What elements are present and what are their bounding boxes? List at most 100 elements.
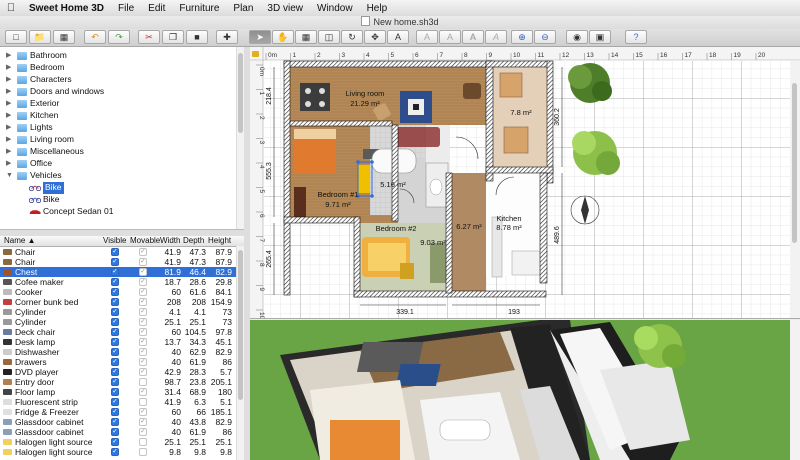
visible-checkbox[interactable]: ✓: [111, 408, 119, 416]
visible-checkbox[interactable]: ✓: [111, 328, 119, 336]
catalog-category-bathroom[interactable]: ▶ Bathroom: [0, 50, 236, 62]
visible-checkbox[interactable]: ✓: [111, 428, 119, 436]
table-row[interactable]: Chest ✓ ✓ 81.9 46.4 82.9: [0, 267, 236, 277]
zoom-out-button[interactable]: ⊖: [534, 30, 556, 44]
plan-view[interactable]: 0m 1 2 3 4 5 6 7 8 9 10 11 12 13 14 15 16 17 18 19 20 0m 1 2 3 4 5…: [250, 47, 800, 319]
zoom-in-button[interactable]: ⊕: [511, 30, 533, 44]
table-row[interactable]: Dishwasher ✓ ✓ 40 62.9 82.9: [0, 347, 236, 357]
column-visible[interactable]: Visible: [103, 236, 131, 246]
visible-checkbox[interactable]: ✓: [111, 338, 119, 346]
room-area-bedroom2[interactable]: 9.03 m²: [420, 238, 446, 247]
table-row[interactable]: Fridge & Freezer ✓ ✓ 60 66 185.1: [0, 407, 236, 417]
increase-text-button[interactable]: A: [416, 30, 438, 44]
table-row[interactable]: Chair ✓ ✓ 41.9 47.3 87.9: [0, 257, 236, 267]
new-file-button[interactable]: □: [5, 30, 27, 44]
undo-button[interactable]: ↶: [84, 30, 106, 44]
movable-checkbox[interactable]: ✓: [139, 258, 147, 266]
table-row[interactable]: Entry door ✓ 98.7 23.8 205.1: [0, 377, 236, 387]
movable-checkbox[interactable]: [139, 378, 147, 386]
table-row[interactable]: DVD player ✓ ✓ 42.9 28.3 5.7: [0, 367, 236, 377]
room-area-corridor[interactable]: 6.27 m²: [456, 222, 482, 231]
create-walls-button[interactable]: ▦: [295, 30, 317, 44]
table-row[interactable]: Chair ✓ ✓ 41.9 47.3 87.9: [0, 247, 236, 257]
catalog-item-bike-1[interactable]: Bike: [0, 182, 236, 194]
movable-checkbox[interactable]: ✓: [139, 418, 147, 426]
visible-checkbox[interactable]: ✓: [111, 388, 119, 396]
catalog-category-doors-windows[interactable]: ▶ Doors and windows: [0, 86, 236, 98]
decrease-text-button[interactable]: A: [439, 30, 461, 44]
catalog-category-kitchen[interactable]: ▶ Kitchen: [0, 110, 236, 122]
plan-scrollbar-thumb[interactable]: [792, 83, 797, 243]
dim-193[interactable]: 193: [508, 309, 520, 316]
scrollbar-thumb[interactable]: [238, 53, 243, 133]
create-polylines-button[interactable]: ↻: [341, 30, 363, 44]
movable-checkbox[interactable]: ✓: [139, 408, 147, 416]
table-row[interactable]: Desk lamp ✓ ✓ 13.7 34.3 45.1: [0, 337, 236, 347]
catalog-item-concept-sedan[interactable]: Concept Sedan 01: [0, 206, 236, 218]
movable-checkbox[interactable]: ✓: [139, 278, 147, 286]
create-photo-button[interactable]: ◉: [566, 30, 588, 44]
table-row[interactable]: Drawers ✓ ✓ 40 61.9 86: [0, 357, 236, 367]
table-row[interactable]: Glassdoor cabinet ✓ ✓ 40 61.9 86: [0, 427, 236, 437]
select-mode-button[interactable]: ➤: [249, 30, 271, 44]
visible-checkbox[interactable]: ✓: [111, 318, 119, 326]
movable-checkbox[interactable]: ✓: [139, 368, 147, 376]
furniture-catalog-tree[interactable]: ▶ Bathroom ▶ Bedroom ▶ Characters ▶ Doors an…: [0, 47, 245, 229]
table-row[interactable]: Cylinder ✓ ✓ 25.1 25.1 73: [0, 317, 236, 327]
visible-checkbox[interactable]: ✓: [111, 398, 119, 406]
catalog-item-bike-2[interactable]: Bike: [0, 194, 236, 206]
room-area-kitchen[interactable]: 8.78 m²: [496, 223, 522, 232]
movable-checkbox[interactable]: [139, 438, 147, 446]
visible-checkbox[interactable]: ✓: [111, 298, 119, 306]
menu-plan[interactable]: Plan: [226, 3, 260, 14]
column-depth[interactable]: Depth: [183, 236, 209, 246]
dim-339-1[interactable]: 339.1: [396, 309, 414, 316]
movable-checkbox[interactable]: [139, 448, 147, 456]
visible-checkbox[interactable]: ✓: [111, 418, 119, 426]
column-movable[interactable]: Movable: [130, 236, 160, 246]
room-name-bedroom1[interactable]: Bedroom #1: [318, 190, 359, 199]
disclosure-right-icon[interactable]: ▶: [6, 86, 11, 98]
catalog-category-lights[interactable]: ▶ Lights: [0, 122, 236, 134]
paste-button[interactable]: ■: [186, 30, 208, 44]
disclosure-right-icon[interactable]: ▶: [6, 74, 11, 86]
table-row[interactable]: Halogen light source ✓ 9.8 9.8 9.8: [0, 447, 236, 457]
column-height[interactable]: Height: [208, 236, 236, 246]
apple-icon[interactable]: : [0, 2, 22, 14]
column-width[interactable]: Width: [160, 236, 184, 246]
furniture-table-scrollbar[interactable]: [236, 246, 244, 460]
help-button[interactable]: ?: [625, 30, 647, 44]
furniture-table[interactable]: Name ▲ Visible Movable Width Depth Heigh…: [0, 236, 245, 460]
open-button[interactable]: 📁: [29, 30, 51, 44]
visible-checkbox[interactable]: ✓: [111, 268, 119, 276]
cut-button[interactable]: ✂: [138, 30, 160, 44]
add-text-button[interactable]: A: [387, 30, 409, 44]
dim-489-6[interactable]: 489.6: [554, 226, 561, 244]
menu-window[interactable]: Window: [310, 3, 360, 14]
movable-checkbox[interactable]: ✓: [139, 388, 147, 396]
movable-checkbox[interactable]: ✓: [139, 268, 147, 276]
create-rooms-button[interactable]: ◫: [318, 30, 340, 44]
bold-text-button[interactable]: A: [462, 30, 484, 44]
table-row[interactable]: Floor lamp ✓ ✓ 31.4 68.9 180: [0, 387, 236, 397]
catalog-category-exterior[interactable]: ▶ Exterior: [0, 98, 236, 110]
disclosure-right-icon[interactable]: ▶: [6, 158, 11, 170]
room-area-bath[interactable]: 5.16 m²: [380, 180, 406, 189]
column-name[interactable]: Name ▲: [4, 236, 100, 246]
catalog-category-vehicles[interactable]: ▼ Vehicles: [0, 170, 236, 182]
table-row[interactable]: Corner bunk bed ✓ ✓ 208 208 154.9: [0, 297, 236, 307]
visible-checkbox[interactable]: ✓: [111, 278, 119, 286]
save-button[interactable]: ▦: [53, 30, 75, 44]
3d-view[interactable]: [250, 320, 800, 460]
lock-icon[interactable]: [252, 51, 259, 57]
menu-app-name[interactable]: Sweet Home 3D: [22, 3, 111, 14]
menu-help[interactable]: Help: [360, 3, 395, 14]
catalog-category-characters[interactable]: ▶ Characters: [0, 74, 236, 86]
visible-checkbox[interactable]: ✓: [111, 258, 119, 266]
add-furniture-button[interactable]: ✚: [216, 30, 238, 44]
movable-checkbox[interactable]: ✓: [139, 328, 147, 336]
disclosure-right-icon[interactable]: ▶: [6, 98, 11, 110]
disclosure-right-icon[interactable]: ▶: [6, 110, 11, 122]
room-name-kitchen[interactable]: Kitchen: [496, 214, 521, 223]
movable-checkbox[interactable]: ✓: [139, 308, 147, 316]
